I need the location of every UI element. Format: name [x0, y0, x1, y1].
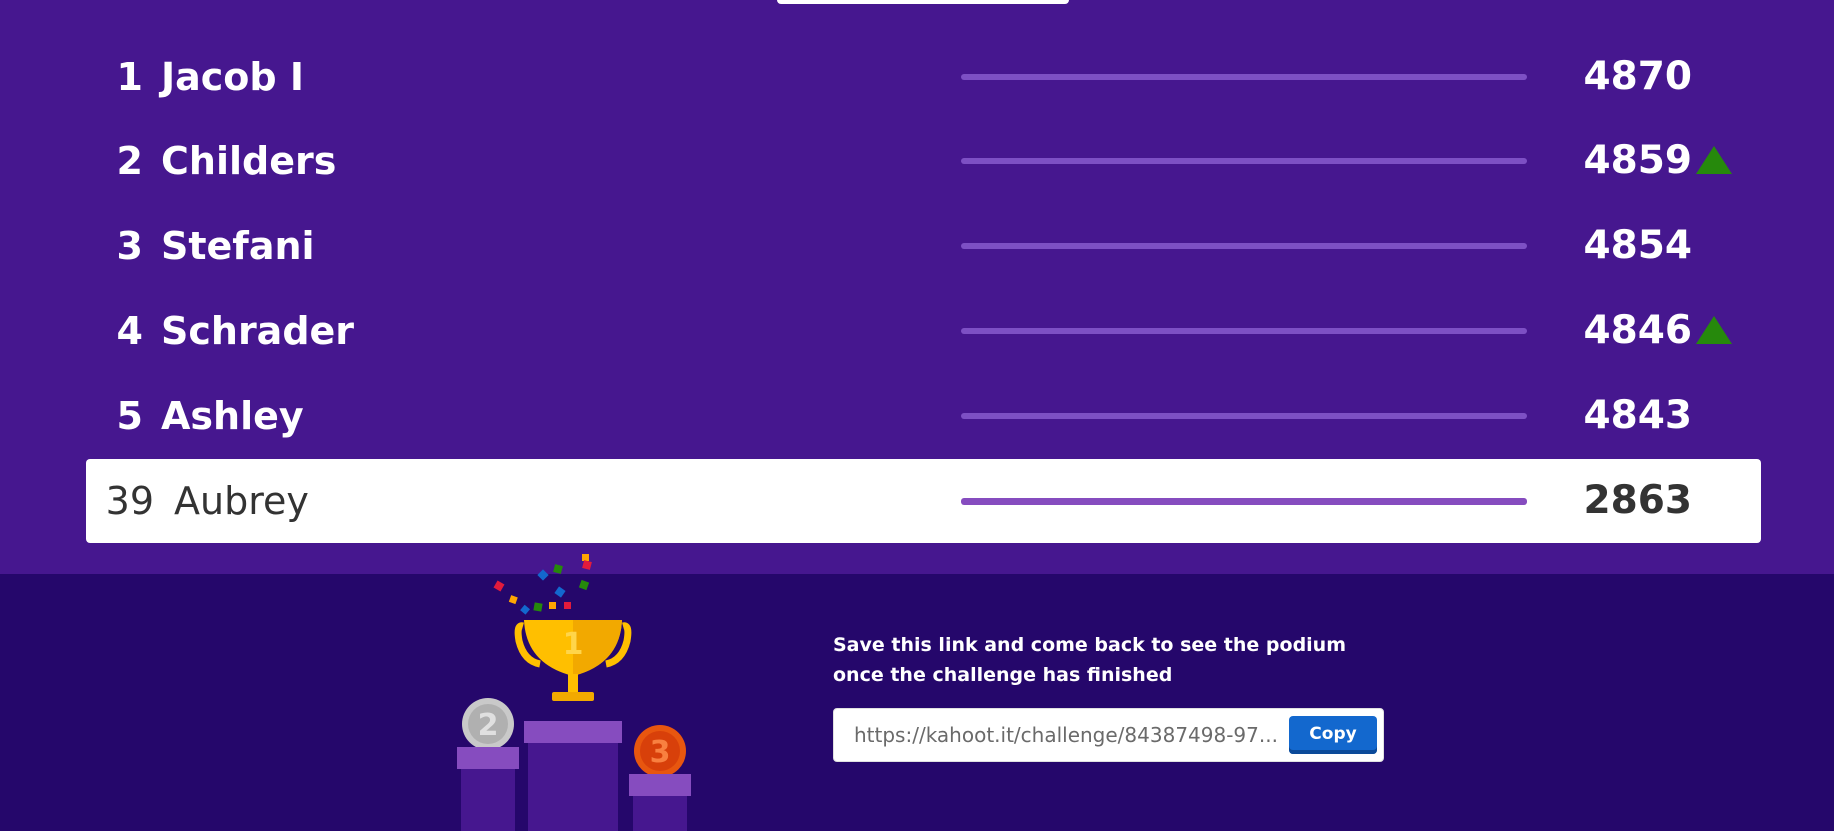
- leaderboard-row: 3 Stefani 4854: [86, 204, 1761, 288]
- score-cell: 4854: [1542, 204, 1777, 288]
- rank-number: 4: [116, 309, 143, 353]
- player-name: Ashley: [161, 394, 304, 438]
- second-place-label: 2: [478, 708, 499, 743]
- player-score: 4870: [1583, 54, 1692, 99]
- player-score: 4859: [1583, 138, 1692, 183]
- rank-number: 2: [116, 139, 143, 183]
- message-line-2: once the challenge has finished: [833, 664, 1173, 686]
- score-cell: 4870: [1542, 35, 1777, 119]
- challenge-link-box: Copy: [833, 708, 1384, 762]
- player-score: 4854: [1583, 223, 1692, 268]
- rank-up-arrow-icon: [1696, 316, 1732, 344]
- score-bar: [961, 158, 1527, 164]
- trophy-podium-icon: 1 2 3: [457, 554, 691, 831]
- score-bar: [961, 74, 1527, 80]
- rank-number: 1: [116, 55, 143, 99]
- top-tab: [777, 0, 1069, 4]
- leaderboard-row: 4 Schrader 4846: [86, 289, 1761, 373]
- score-bar: [961, 498, 1527, 505]
- save-link-message: Save this link and come back to see the …: [833, 630, 1393, 690]
- copy-button[interactable]: Copy: [1289, 716, 1377, 754]
- score-bar: [961, 413, 1527, 419]
- score-cell: 4859: [1542, 119, 1777, 203]
- message-line-1: Save this link and come back to see the …: [833, 634, 1346, 656]
- score-cell: 4846: [1542, 289, 1777, 373]
- challenge-link-input[interactable]: [854, 709, 1284, 761]
- rank-up-arrow-icon: [1696, 146, 1732, 174]
- current-player-row: 39 Aubrey 2863: [86, 459, 1761, 543]
- leaderboard-row: 1 Jacob I 4870: [86, 35, 1761, 119]
- player-name: Childers: [161, 139, 337, 183]
- third-place-label: 3: [650, 735, 671, 770]
- player-name: Aubrey: [174, 479, 309, 523]
- rank-number: 5: [116, 394, 143, 438]
- player-name: Schrader: [161, 309, 355, 353]
- player-score: 4843: [1583, 393, 1692, 438]
- player-score: 4846: [1583, 308, 1692, 353]
- rank-number: 39: [105, 479, 154, 523]
- leaderboard: 1 Jacob I 4870 2 Childers 4859 3 Stefani…: [0, 0, 1834, 574]
- rank-number: 3: [116, 224, 143, 268]
- score-bar: [961, 243, 1527, 249]
- player-score: 2863: [1583, 478, 1692, 523]
- player-name: Stefani: [161, 224, 315, 268]
- player-name: Jacob I: [161, 55, 304, 99]
- leaderboard-row: 5 Ashley 4843: [86, 374, 1761, 458]
- leaderboard-row: 2 Childers 4859: [86, 119, 1761, 203]
- footer: [0, 574, 1834, 831]
- score-bar: [961, 328, 1527, 334]
- score-cell: 2863: [1542, 459, 1777, 543]
- podium-illustration: 1 2 3: [456, 546, 696, 831]
- first-place-label: 1: [563, 627, 584, 662]
- score-cell: 4843: [1542, 374, 1777, 458]
